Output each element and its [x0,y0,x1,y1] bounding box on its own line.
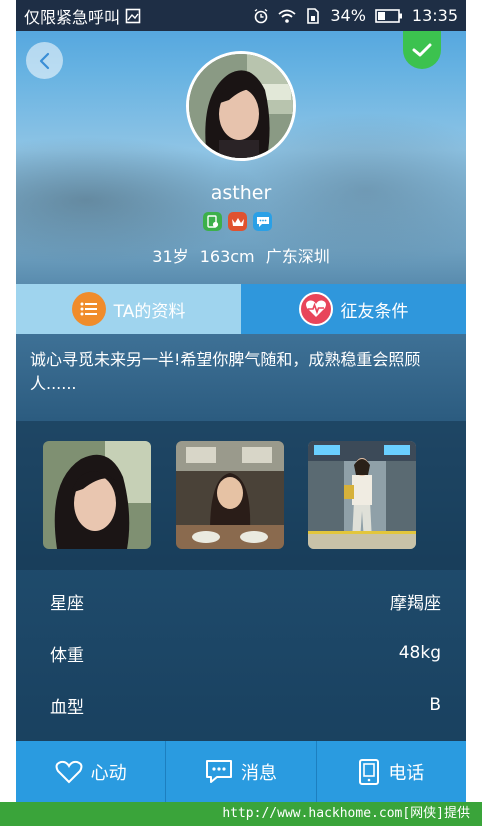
heartbeat-icon [298,292,333,326]
detail-list: 星座 摩羯座 体重 48kg 血型 B [16,575,466,731]
like-button[interactable]: 心动 [16,741,165,802]
screenshot-border-right [466,0,482,802]
detail-row-constellation: 星座 摩羯座 [16,575,466,627]
phone-button-label: 电话 [388,762,425,784]
battery-icon [375,8,402,23]
message-button-label: 消息 [240,762,277,784]
wifi-icon [278,9,296,23]
watermark-text: http://www.hackhome.com[网侠]提供 [222,806,470,821]
alarm-icon [254,8,268,23]
tab-profile-info[interactable]: TA的资料 [16,284,241,334]
profile-tabs: TA的资料 征友条件 [16,284,466,334]
avatar[interactable] [186,51,296,161]
self-introduction: 诚心寻觅未来另一半!希望你脾气随和，成熟稳重会照顾人...... [30,350,421,393]
restaurant-photo [176,441,284,549]
station-photo [308,441,416,549]
confirm-button[interactable] [403,31,441,69]
portrait-photo [43,441,151,549]
chat-icon [205,759,232,783]
vip-crown-icon [228,212,247,231]
like-button-label: 心动 [90,762,127,784]
watermark-footer: http://www.hackhome.com[网侠]提供 [0,802,482,826]
screenshot-icon [125,8,141,23]
tab-match-conditions-label: 征友条件 [340,301,409,322]
detail-label: 体重 [50,645,84,666]
avatar-photo [189,54,293,158]
message-bubble-icon [253,212,272,231]
screenshot-border-left [0,0,16,802]
username: asther [210,182,272,204]
detail-value: B [429,695,441,715]
status-bar: 仅限紧急呼叫 34% 13:35 [16,0,466,31]
detail-row-weight: 体重 48kg [16,627,466,679]
basic-info: 31岁 163cm 广东深圳 [152,247,330,266]
message-button[interactable]: 消息 [165,741,315,802]
gallery-photo-2[interactable] [176,441,284,549]
detail-value: 48kg [398,643,441,663]
gallery-photo-1[interactable] [43,441,151,549]
battery-percent: 34% [330,6,366,25]
tab-profile-info-label: TA的资料 [113,301,186,322]
heart-outline-icon [55,760,83,783]
detail-value: 摩羯座 [390,593,441,614]
carrier-text: 仅限紧急呼叫 [24,7,121,27]
detail-row-blood-type: 血型 B [16,679,466,731]
detail-label: 星座 [50,593,84,614]
chevron-left-icon [39,52,49,69]
badge-row [203,212,272,231]
gallery-photo-3[interactable] [308,441,416,549]
tab-match-conditions[interactable]: 征友条件 [241,284,466,334]
app-screen: 仅限紧急呼叫 34% 13:35 asther 31岁 163cm 广东深圳 T… [16,0,466,802]
sim-icon [307,7,320,24]
back-button[interactable] [26,42,63,79]
list-icon [71,292,106,326]
photo-gallery [16,421,466,570]
clock-time: 13:35 [411,6,458,25]
phone-button[interactable]: 电话 [315,741,466,802]
verified-phone-icon [203,212,222,231]
checkmark-icon [412,43,432,57]
detail-label: 血型 [50,697,84,718]
phone-icon [359,758,380,785]
bottom-action-bar: 心动 消息 电话 [16,741,466,802]
